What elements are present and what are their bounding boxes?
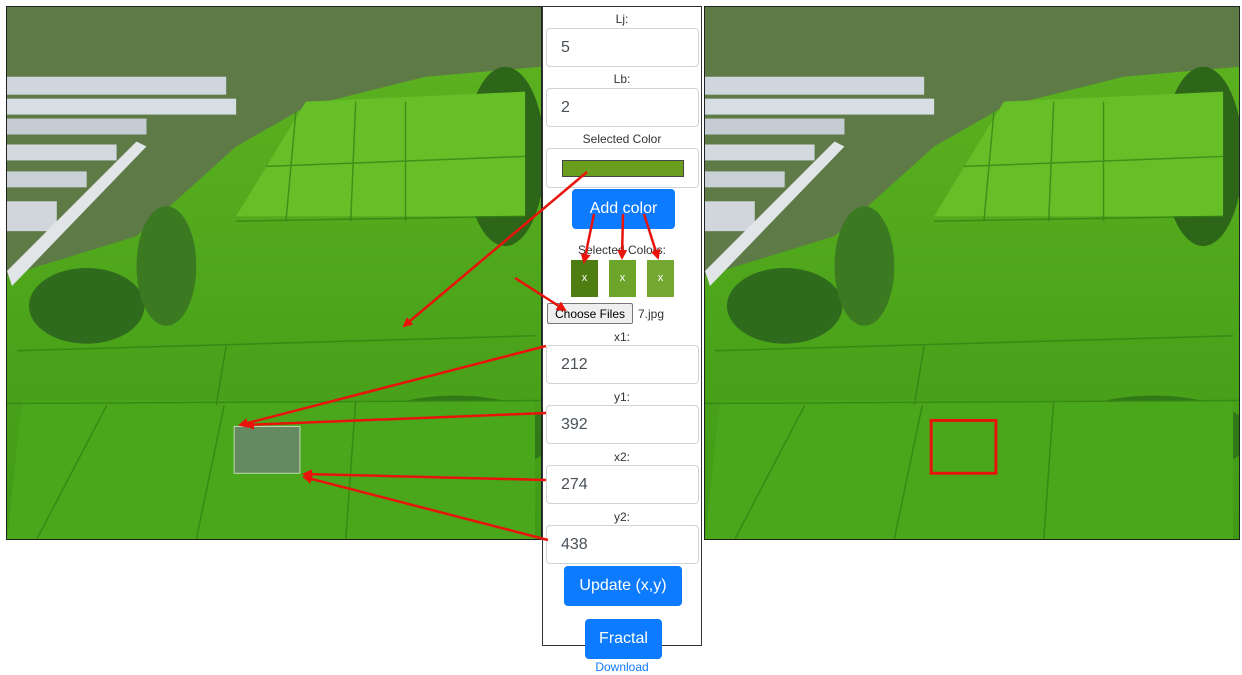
selected-color-chip[interactable]: x: [647, 260, 674, 297]
lb-label: Lb:: [613, 72, 631, 86]
source-image[interactable]: [6, 6, 542, 540]
x2-label: x2:: [613, 450, 630, 464]
selected-color-swatch: [562, 160, 684, 177]
download-link[interactable]: Download: [542, 660, 702, 674]
lb-input[interactable]: [546, 88, 699, 127]
remove-color-x[interactable]: x: [658, 272, 664, 284]
selected-color-chip[interactable]: x: [571, 260, 598, 297]
x1-input[interactable]: [546, 345, 699, 384]
y1-input[interactable]: [546, 405, 699, 444]
x1-label: x1:: [613, 330, 630, 344]
lj-input[interactable]: [546, 28, 699, 67]
color-picker[interactable]: [546, 148, 699, 188]
selected-colors-label: Selected Colors:: [577, 243, 667, 257]
update-xy-button[interactable]: Update (x,y): [564, 566, 682, 606]
selected-color-label: Selected Color: [582, 132, 662, 146]
control-panel: Lj: Lb: Selected Color Add color Selecte…: [542, 6, 702, 659]
y1-label: y1:: [613, 390, 630, 404]
selection-overlay[interactable]: [233, 425, 301, 474]
fractal-button[interactable]: Fractal: [585, 619, 662, 659]
x2-input[interactable]: [546, 465, 699, 504]
remove-color-x[interactable]: x: [582, 272, 588, 284]
rice-field-photo: [7, 7, 541, 539]
selected-color-chip[interactable]: x: [609, 260, 636, 297]
remove-color-x[interactable]: x: [620, 272, 626, 284]
app-stage: Lj: Lb: Selected Color Add color Selecte…: [0, 0, 1242, 675]
lj-label: Lj:: [615, 12, 629, 26]
add-color-button[interactable]: Add color: [572, 189, 675, 229]
y2-input[interactable]: [546, 525, 699, 564]
rice-field-result-photo: [705, 7, 1239, 539]
result-image[interactable]: [704, 6, 1240, 540]
file-name: 7.jpg: [638, 307, 665, 321]
y2-label: y2:: [613, 510, 630, 524]
choose-files-button[interactable]: Choose Files: [547, 303, 633, 324]
